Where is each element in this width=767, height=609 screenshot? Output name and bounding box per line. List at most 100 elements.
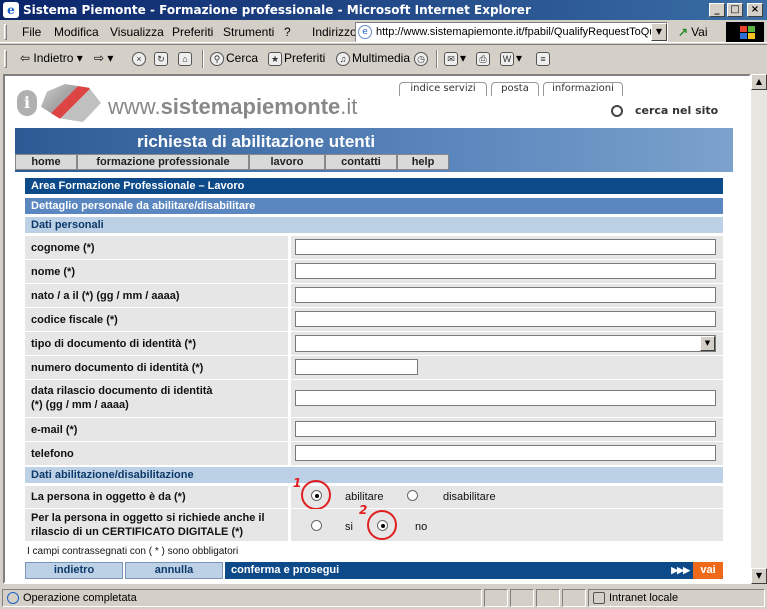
email-input[interactable] <box>295 421 716 437</box>
address-bar[interactable]: e http://www.sistemapiemonte.it/fpabil/Q… <box>355 22 668 42</box>
site-header: i www.sistemapiemonte.it indice servizi … <box>15 82 733 124</box>
page-icon: e <box>358 25 372 39</box>
history-button[interactable]: ◷ <box>414 51 430 66</box>
row-persona: La persona in oggetto è da (*) abilitare… <box>25 476 723 510</box>
tab-posta[interactable]: posta <box>491 82 539 96</box>
address-dropdown-icon[interactable]: ▼ <box>651 23 667 41</box>
minimize-button[interactable]: _ <box>709 3 725 17</box>
row-numero-documento: numero documento di identità (*) <box>25 356 723 379</box>
stop-button[interactable]: × <box>132 51 148 66</box>
toolbar-grip <box>4 50 7 68</box>
menu-visualizza[interactable]: Visualizza <box>110 25 164 39</box>
edit-button[interactable]: W ▾ <box>500 51 522 66</box>
cognome-input[interactable] <box>295 239 716 255</box>
codice-fiscale-input[interactable] <box>295 311 716 327</box>
nav-home[interactable]: home <box>15 154 77 170</box>
numero-documento-input[interactable] <box>295 359 418 375</box>
go-button[interactable]: ↗ Vai <box>678 25 708 39</box>
row-separator <box>288 442 291 465</box>
codice-fiscale-label: codice fiscale (*) <box>31 314 118 326</box>
search-button[interactable]: ⚲ Cerca <box>210 51 258 66</box>
multimedia-button[interactable]: ♫ Multimedia <box>336 51 410 66</box>
certificato-label-line1: Per la persona in oggetto si richiede an… <box>31 512 265 524</box>
menu-help[interactable]: ? <box>284 25 291 39</box>
tab-indice-servizi[interactable]: indice servizi <box>399 82 487 96</box>
refresh-icon: ↻ <box>154 51 168 66</box>
search-site-link[interactable]: cerca nel sito <box>611 104 718 117</box>
scroll-down-icon[interactable]: ▼ <box>751 568 767 584</box>
vertical-scrollbar[interactable]: ▲ ▼ <box>751 74 767 584</box>
print-button[interactable]: ⎙ <box>476 51 492 66</box>
nav-lavoro[interactable]: lavoro <box>249 154 325 170</box>
ie-logo-icon: e <box>3 2 19 18</box>
row-telefono: telefono <box>25 442 723 465</box>
status-text: Operazione completata <box>23 592 137 604</box>
data-rilascio-input[interactable] <box>295 390 716 406</box>
discuss-button[interactable]: ≡ <box>536 51 552 66</box>
area-title: Area Formazione Professionale – Lavoro <box>25 178 723 194</box>
forward-button[interactable]: ⇨ ▾ <box>94 51 113 65</box>
annotation-circle-1 <box>301 480 331 510</box>
scroll-up-icon[interactable]: ▲ <box>751 74 767 90</box>
nome-input[interactable] <box>295 263 716 279</box>
maximize-button[interactable]: □ <box>727 3 743 17</box>
annulla-button[interactable]: annulla <box>125 562 223 579</box>
tab-informazioni[interactable]: informazioni <box>543 82 623 96</box>
toolbar: ⇦ Indietro ▾ ⇨ ▾ × ↻ ⌂ ⚲ Cerca ★ Preferiti… <box>0 44 767 72</box>
menu-preferiti[interactable]: Preferiti <box>172 25 213 39</box>
row-cognome: cognome (*) <box>25 236 723 259</box>
menu-modifica[interactable]: Modifica <box>54 25 99 39</box>
nav-formazione-professionale[interactable]: formazione professionale <box>77 154 249 170</box>
home-button[interactable]: ⌂ <box>178 51 194 66</box>
annotation-circle-2 <box>367 510 397 540</box>
address-url[interactable]: http://www.sistemapiemonte.it/fpabil/Qua… <box>376 26 655 38</box>
back-label: Indietro <box>33 51 74 65</box>
close-button[interactable]: × <box>747 3 763 17</box>
row-separator <box>288 356 291 379</box>
discuss-icon: ≡ <box>536 51 550 66</box>
favorites-label: Preferiti <box>284 51 326 65</box>
page-viewport: i www.sistemapiemonte.it indice servizi … <box>3 74 751 584</box>
indietro-button[interactable]: indietro <box>25 562 123 579</box>
row-separator <box>288 284 291 307</box>
nav-help[interactable]: help <box>397 154 449 170</box>
confirm-label: conferma e prosegui <box>231 564 340 576</box>
search-icon: ⚲ <box>210 51 224 66</box>
forward-arrow-icon: ⇨ ▾ <box>94 51 114 65</box>
print-icon: ⎙ <box>476 51 490 66</box>
status-cell-empty <box>536 589 560 607</box>
data-rilascio-label-line2: (*) (gg / mm / aaaa) <box>31 399 129 411</box>
tipo-documento-select[interactable]: ▼ <box>295 335 716 352</box>
refresh-button[interactable]: ↻ <box>154 51 170 66</box>
favorites-button[interactable]: ★ Preferiti <box>268 51 325 66</box>
mail-button[interactable]: ✉ ▾ <box>444 51 466 66</box>
vai-button[interactable]: vai <box>693 562 723 579</box>
annotation-number-1: 1 <box>293 476 302 490</box>
nato-input[interactable] <box>295 287 716 303</box>
go-arrow-icon: ↗ <box>678 25 689 39</box>
numero-documento-label: numero documento di identità (*) <box>31 362 204 374</box>
row-email: e-mail (*) <box>25 418 723 441</box>
row-separator <box>288 380 291 417</box>
edit-icon: W <box>500 51 514 66</box>
telefono-input[interactable] <box>295 445 716 461</box>
status-cell-empty <box>510 589 534 607</box>
no-label: no <box>415 521 428 533</box>
row-separator <box>288 236 291 259</box>
personal-section-title: Dati personali <box>25 217 723 233</box>
menu-file[interactable]: File <box>22 25 41 39</box>
row-nome: nome (*) <box>25 260 723 283</box>
chevron-down-icon[interactable]: ▼ <box>700 336 715 351</box>
site-logo[interactable]: www.sistemapiemonte.it <box>108 94 357 120</box>
abilitare-label: abilitare <box>345 491 384 503</box>
disabilitare-label: disabilitare <box>443 491 496 503</box>
radio-disabilitare[interactable] <box>407 490 418 501</box>
nato-label: nato / a il (*) (gg / mm / aaaa) <box>31 290 180 302</box>
menubar-grip <box>4 24 7 40</box>
status-cell-empty <box>484 589 508 607</box>
logo-suffix: .it <box>340 94 358 119</box>
menu-strumenti[interactable]: Strumenti <box>223 25 274 39</box>
radio-si[interactable] <box>311 520 322 531</box>
nav-contatti[interactable]: contatti <box>325 154 397 170</box>
back-button[interactable]: ⇦ Indietro ▾ <box>20 51 83 65</box>
